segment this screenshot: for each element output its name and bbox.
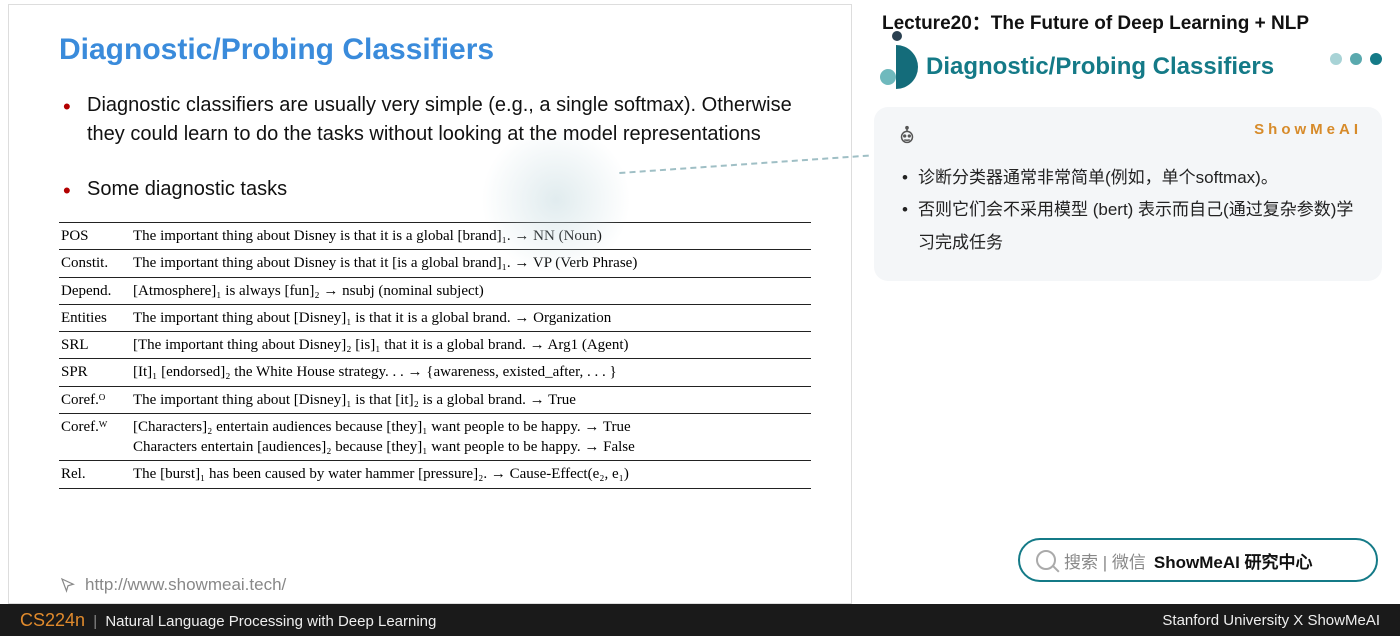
- task-name: Coref.ᵂ: [59, 413, 131, 461]
- slide-footer: http://www.showmeai.tech/: [59, 575, 286, 595]
- search-pill[interactable]: 搜索 | 微信 ShowMeAI 研究中心: [1018, 538, 1378, 582]
- slide-bullet-2: Some diagnostic tasks: [59, 175, 811, 204]
- table-row: Depend.[Atmosphere]₁ is always [fun]₂ → …: [59, 277, 811, 304]
- slide-title: Diagnostic/Probing Classifiers: [59, 33, 811, 67]
- note-item: 否则它们会不采用模型 (bert) 表示而自己(通过复杂参数)学习完成任务: [896, 194, 1360, 259]
- footer-bar: CS224n | Natural Language Processing wit…: [0, 604, 1400, 636]
- task-text: [Characters]₂ entertain audiences becaus…: [131, 413, 811, 461]
- slide-bullet-1: Diagnostic classifiers are usually very …: [59, 91, 811, 149]
- lecture-header: Lecture20：The Future of Deep Learning + …: [874, 8, 1382, 35]
- footer-left: CS224n | Natural Language Processing wit…: [20, 610, 436, 631]
- table-row: SRL[The important thing about Disney]₂ […: [59, 332, 811, 359]
- task-name: POS: [59, 223, 131, 250]
- search-bold: ShowMeAI 研究中心: [1154, 548, 1313, 573]
- table-row: EntitiesThe important thing about [Disne…: [59, 304, 811, 331]
- section-title: Diagnostic/Probing Classifiers: [926, 53, 1274, 81]
- task-name: Constit.: [59, 250, 131, 277]
- table-row: Coref.ᵂ[Characters]₂ entertain audiences…: [59, 413, 811, 461]
- bot-icon: [896, 125, 918, 152]
- task-text: The [burst]₁ has been caused by water ha…: [131, 461, 811, 488]
- task-text: [Atmosphere]₁ is always [fun]₂ → nsubj (…: [131, 277, 811, 304]
- task-name: Depend.: [59, 277, 131, 304]
- dots-decoration: [1330, 53, 1382, 65]
- task-name: Rel.: [59, 461, 131, 488]
- slide-footer-url: http://www.showmeai.tech/: [85, 575, 286, 595]
- table-row: POSThe important thing about Disney is t…: [59, 223, 811, 250]
- search-icon: [1036, 550, 1056, 570]
- section-header: Diagnostic/Probing Classifiers: [874, 45, 1382, 89]
- task-name: SRL: [59, 332, 131, 359]
- task-text: [The important thing about Disney]₂ [is]…: [131, 332, 811, 359]
- task-name: Coref.ᴼ: [59, 386, 131, 413]
- notes-pane: Lecture20：The Future of Deep Learning + …: [852, 0, 1400, 600]
- task-text: The important thing about [Disney]₁ is t…: [131, 304, 811, 331]
- task-text: The important thing about Disney is that…: [131, 250, 811, 277]
- task-name: Entities: [59, 304, 131, 331]
- note-brand: ShowMeAI: [1254, 121, 1362, 138]
- task-text: The important thing about Disney is that…: [131, 223, 811, 250]
- table-row: Constit.The important thing about Disney…: [59, 250, 811, 277]
- diagnostic-tasks-table: POSThe important thing about Disney is t…: [59, 222, 811, 489]
- search-prefix: 搜索 | 微信: [1064, 548, 1146, 573]
- course-code: CS224n: [20, 610, 85, 630]
- slide-pane: Diagnostic/Probing Classifiers Diagnosti…: [8, 4, 852, 604]
- table-row: Rel.The [burst]₁ has been caused by wate…: [59, 461, 811, 488]
- task-name: SPR: [59, 359, 131, 386]
- footer-right: Stanford University X ShowMeAI: [1162, 612, 1380, 629]
- task-text: The important thing about [Disney]₁ is t…: [131, 386, 811, 413]
- task-text: [It]₁ [endorsed]₂ the White House strate…: [131, 359, 811, 386]
- cursor-icon: [59, 576, 77, 594]
- note-card: ShowMeAI 诊断分类器通常非常简单(例如，单个softmax)。否则它们会…: [874, 107, 1382, 281]
- table-row: SPR[It]₁ [endorsed]₂ the White House str…: [59, 359, 811, 386]
- course-title: Natural Language Processing with Deep Le…: [105, 613, 436, 630]
- note-item: 诊断分类器通常非常简单(例如，单个softmax)。: [896, 162, 1360, 194]
- table-row: Coref.ᴼThe important thing about [Disney…: [59, 386, 811, 413]
- section-decoration: [874, 45, 918, 89]
